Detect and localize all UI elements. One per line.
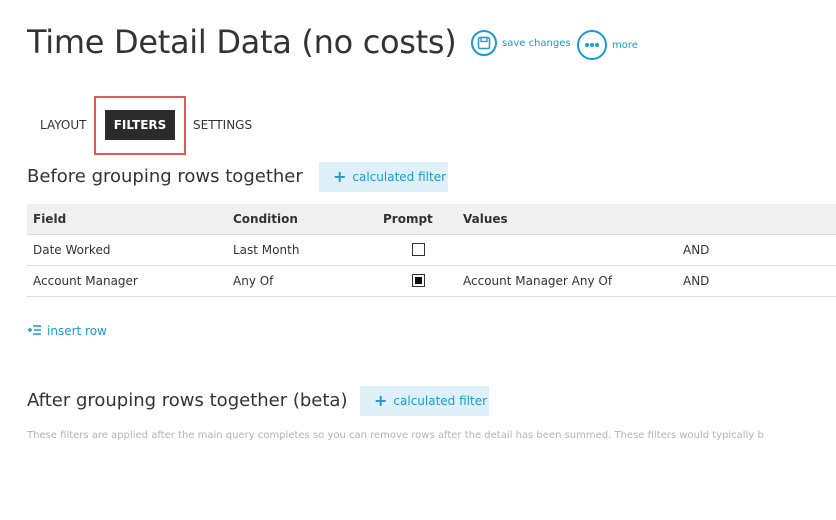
after-calculated-filter-button[interactable]: + calculated filter bbox=[360, 386, 489, 416]
insert-row-icon bbox=[27, 321, 42, 340]
page-title: Time Detail Data (no costs) bbox=[27, 23, 457, 61]
prompt-checkbox[interactable] bbox=[412, 243, 425, 256]
row-values: Account Manager Any Of bbox=[463, 274, 613, 288]
more-button[interactable]: more bbox=[577, 30, 638, 60]
row-connector[interactable]: AND bbox=[683, 235, 709, 265]
table-header-row: Field Condition Prompt Values bbox=[27, 204, 836, 235]
calculated-filter-label: calculated filter bbox=[393, 394, 488, 408]
after-grouping-heading: After grouping rows together (beta) bbox=[27, 390, 348, 411]
save-changes-label: save changes bbox=[502, 37, 571, 49]
before-calculated-filter-button[interactable]: + calculated filter bbox=[319, 162, 448, 192]
row-connector[interactable]: AND bbox=[683, 266, 709, 296]
ellipsis-icon bbox=[577, 30, 607, 60]
save-changes-button[interactable]: save changes bbox=[471, 30, 571, 56]
row-field: Date Worked bbox=[33, 243, 111, 257]
before-grouping-heading: Before grouping rows together bbox=[27, 166, 303, 187]
column-header-field: Field bbox=[33, 212, 67, 226]
filter-table: Field Condition Prompt Values Date Worke… bbox=[27, 204, 836, 297]
tab-settings[interactable]: SETTINGS bbox=[193, 110, 252, 140]
prompt-checkbox[interactable] bbox=[412, 274, 425, 287]
calculated-filter-label: calculated filter bbox=[352, 170, 447, 184]
row-condition: Any Of bbox=[233, 274, 274, 288]
table-row[interactable]: Account Manager Any Of Account Manager A… bbox=[27, 266, 836, 297]
insert-row-button[interactable]: insert row bbox=[27, 321, 107, 340]
save-icon bbox=[471, 30, 497, 56]
column-header-prompt: Prompt bbox=[383, 212, 433, 226]
plus-icon: + bbox=[333, 167, 347, 186]
table-row[interactable]: Date Worked Last Month AND bbox=[27, 235, 836, 266]
row-field: Account Manager bbox=[33, 274, 138, 288]
column-header-condition: Condition bbox=[233, 212, 298, 226]
row-condition: Last Month bbox=[233, 243, 300, 257]
more-label: more bbox=[612, 39, 638, 51]
insert-row-label: insert row bbox=[47, 323, 107, 338]
tab-filters[interactable]: FILTERS bbox=[105, 110, 175, 140]
after-grouping-description: These filters are applied after the main… bbox=[27, 430, 764, 441]
tab-layout[interactable]: LAYOUT bbox=[40, 110, 86, 140]
plus-icon: + bbox=[374, 391, 388, 410]
column-header-values: Values bbox=[463, 212, 508, 226]
